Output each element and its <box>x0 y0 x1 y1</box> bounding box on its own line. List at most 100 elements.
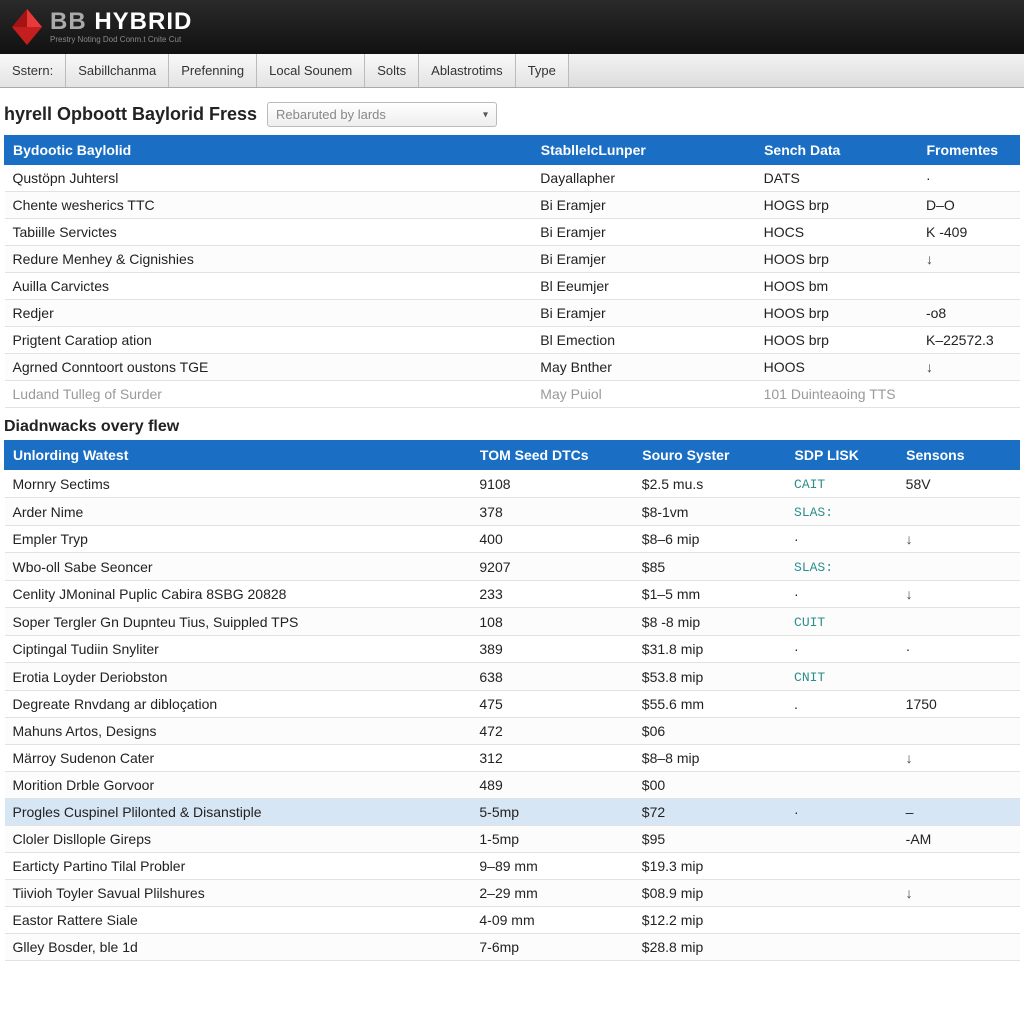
tab-system[interactable]: Sstern: <box>0 54 66 87</box>
cell: ↓ <box>918 354 1020 381</box>
cell: Empler Tryp <box>5 526 472 553</box>
cell: Morition Drble Gorvoor <box>5 772 472 799</box>
table-row[interactable]: Chente wesherics TTCBi EramjerHOGS brpD–… <box>5 192 1020 219</box>
cell: . <box>786 691 898 718</box>
cell: Bl Emection <box>532 327 755 354</box>
cell <box>786 880 898 907</box>
cell: $8 -8 mip <box>634 608 786 636</box>
cell: HOOS brp <box>756 327 918 354</box>
cell: ↓ <box>898 526 1020 553</box>
table-row[interactable]: Ciptingal Tudiin Snyliter389$31.8 mip·· <box>5 636 1020 663</box>
cell: $19.3 mip <box>634 853 786 880</box>
table-row[interactable]: Mahuns Artos, Designs472$06 <box>5 718 1020 745</box>
cell <box>898 608 1020 636</box>
cell: 1750 <box>898 691 1020 718</box>
tab-type[interactable]: Type <box>516 54 569 87</box>
cell: CNIT <box>786 663 898 691</box>
tab-solts[interactable]: Solts <box>365 54 419 87</box>
tab-ablastrotims[interactable]: Ablastrotims <box>419 54 516 87</box>
table-row[interactable]: Eastor Rattere Siale4-09 mm$12.2 mip <box>5 907 1020 934</box>
col-bydootic[interactable]: Bydootic Baylolid <box>5 136 533 165</box>
down-arrow-icon: ↓ <box>906 750 913 766</box>
cell <box>898 718 1020 745</box>
baylorid-table: Bydootic Baylolid StabllelcLunper Sench … <box>4 135 1020 408</box>
table-row[interactable]: Glley Bosder, ble 1d7-6mp$28.8 mip <box>5 934 1020 961</box>
table-row[interactable]: Tabiille ServictesBi EramjerHOCSK -409 <box>5 219 1020 246</box>
tab-prefenning[interactable]: Prefenning <box>169 54 257 87</box>
tab-local-sounem[interactable]: Local Sounem <box>257 54 365 87</box>
table-row[interactable]: Soper Tergler Gn Dupnteu Tius, Suippled … <box>5 608 1020 636</box>
table-row[interactable]: Wbo-oll Sabe Seoncer9207$85SLAS: <box>5 553 1020 581</box>
cell: Redjer <box>5 300 533 327</box>
cell: Eastor Rattere Siale <box>5 907 472 934</box>
cell: HOOS bm <box>756 273 918 300</box>
cell: Degreate Rnvdang ar dibloçation <box>5 691 472 718</box>
table-row[interactable]: Prigtent Caratiop ationBl EmectionHOOS b… <box>5 327 1020 354</box>
cell <box>918 273 1020 300</box>
cell: 9207 <box>471 553 633 581</box>
cell: 58V <box>898 470 1020 498</box>
cell: May Puiol <box>532 381 755 408</box>
cell: 233 <box>471 581 633 608</box>
cell: $28.8 mip <box>634 934 786 961</box>
cell: $00 <box>634 772 786 799</box>
table-row[interactable]: Cenlity JMoninal Puplic Cabira 8SBG 2082… <box>5 581 1020 608</box>
cell: · <box>918 165 1020 192</box>
down-arrow-icon: ↓ <box>906 531 913 547</box>
cell: 9108 <box>471 470 633 498</box>
cell: Dayallapher <box>532 165 755 192</box>
col-tom-seed[interactable]: TOM Seed DTCs <box>471 441 633 470</box>
cell: May Bnther <box>532 354 755 381</box>
table-row[interactable]: Degreate Rnvdang ar dibloçation475$55.6 … <box>5 691 1020 718</box>
col-unlording[interactable]: Unlording Watest <box>5 441 472 470</box>
cell <box>786 907 898 934</box>
cell: -AM <box>898 826 1020 853</box>
table-row[interactable]: Morition Drble Gorvoor489$00 <box>5 772 1020 799</box>
table-row[interactable]: Progles Cuspinel Plilonted & Disanstiple… <box>5 799 1020 826</box>
cell: $8–8 mip <box>634 745 786 772</box>
col-sensons[interactable]: Sensons <box>898 441 1020 470</box>
table-row[interactable]: Erotia Loyder Deriobston638$53.8 mipCNIT <box>5 663 1020 691</box>
cell: 4-09 mm <box>471 907 633 934</box>
cell: $31.8 mip <box>634 636 786 663</box>
table-row[interactable]: Earticty Partino Tilal Probler9–89 mm$19… <box>5 853 1020 880</box>
table-row[interactable]: Arder Nime378$8-1vmSLAS: <box>5 498 1020 526</box>
table-row[interactable]: Agrned Conntoort oustons TGEMay BntherHO… <box>5 354 1020 381</box>
cell: $8-1vm <box>634 498 786 526</box>
col-souro[interactable]: Souro Syster <box>634 441 786 470</box>
table-row[interactable]: Märroy Sudenon Cater312$8–8 mip↓ <box>5 745 1020 772</box>
col-sdp[interactable]: SDP LISK <box>786 441 898 470</box>
table-row[interactable]: Redure Menhey & CignishiesBi EramjerHOOS… <box>5 246 1020 273</box>
cell: CUIT <box>786 608 898 636</box>
table-row[interactable]: Qustöpn JuhterslDayallapherDATS· <box>5 165 1020 192</box>
filter-select[interactable]: Rebaruted by lards ▾ <box>267 102 497 127</box>
col-fromentes[interactable]: Fromentes <box>918 136 1020 165</box>
cell: Bi Eramjer <box>532 246 755 273</box>
cell <box>898 907 1020 934</box>
cell: 5-5mp <box>471 799 633 826</box>
cell: Prigtent Caratiop ation <box>5 327 533 354</box>
table-row[interactable]: RedjerBi EramjerHOOS brp-o8 <box>5 300 1020 327</box>
chevron-down-icon: ▾ <box>483 109 488 120</box>
cell: $08.9 mip <box>634 880 786 907</box>
table-row[interactable]: Auilla CarvictesBl EeumjerHOOS bm <box>5 273 1020 300</box>
table-row[interactable]: Cloler Disllople Gireps1-5mp$95-AM <box>5 826 1020 853</box>
table-row[interactable]: Empler Tryp400$8–6 mip·↓ <box>5 526 1020 553</box>
table-row[interactable]: Ludand Tulleg of SurderMay Puiol101 Duin… <box>5 381 1020 408</box>
table-row[interactable]: Mornry Sectims9108$2.5 mu.sCAIT58V <box>5 470 1020 498</box>
cell: SLAS: <box>786 498 898 526</box>
cell <box>898 853 1020 880</box>
table-row[interactable]: Tiivioh Toyler Savual Plilshures2–29 mm$… <box>5 880 1020 907</box>
cell: Tiivioh Toyler Savual Plilshures <box>5 880 472 907</box>
cell: Tabiille Servictes <box>5 219 533 246</box>
tab-sabillchanma[interactable]: Sabillchanma <box>66 54 169 87</box>
cell: 389 <box>471 636 633 663</box>
col-sench[interactable]: Sench Data <box>756 136 918 165</box>
sdp-code: SLAS: <box>794 505 833 520</box>
col-stablel[interactable]: StabllelcLunper <box>532 136 755 165</box>
cell: K–22572.3 <box>918 327 1020 354</box>
brand-name: BB HYBRID <box>50 10 192 34</box>
sdp-code: CUIT <box>794 615 825 630</box>
cell: Mahuns Artos, Designs <box>5 718 472 745</box>
cell: Redure Menhey & Cignishies <box>5 246 533 273</box>
